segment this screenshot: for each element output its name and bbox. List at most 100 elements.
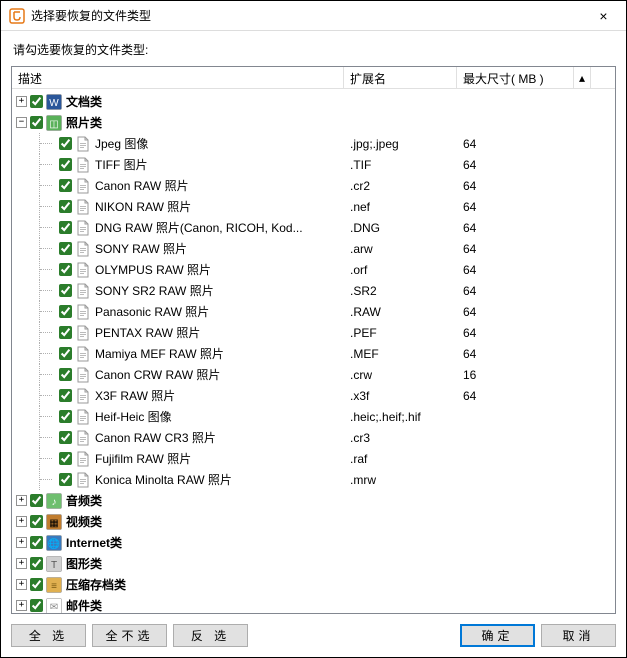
file-type-row[interactable]: PENTAX RAW 照片.PEF64 — [12, 322, 615, 343]
file-type-row[interactable]: X3F RAW 照片.x3f64 — [12, 385, 615, 406]
close-button[interactable]: × — [581, 1, 626, 30]
expander-icon[interactable]: + — [16, 516, 27, 527]
category-checkbox[interactable] — [30, 95, 43, 108]
tree-scroll[interactable]: +W文档类−◫照片类Jpeg 图像.jpg;.jpeg64TIFF 图片.TIF… — [12, 89, 615, 613]
category-checkbox[interactable] — [30, 578, 43, 591]
expander-icon[interactable]: + — [16, 579, 27, 590]
col-header-size[interactable]: 最大尺寸( MB ) — [457, 67, 574, 88]
file-type-checkbox[interactable] — [59, 158, 72, 171]
col-header-ext[interactable]: 扩展名 — [344, 67, 457, 88]
file-type-checkbox[interactable] — [59, 431, 72, 444]
svg-text:T: T — [51, 560, 57, 571]
file-type-checkbox[interactable] — [59, 326, 72, 339]
file-type-label: Canon RAW CR3 照片 — [95, 429, 216, 446]
cancel-button[interactable]: 取消 — [541, 624, 616, 647]
file-type-checkbox[interactable] — [59, 305, 72, 318]
file-type-label: SONY SR2 RAW 照片 — [95, 282, 214, 299]
app-icon — [9, 8, 25, 24]
category-checkbox[interactable] — [30, 494, 43, 507]
ok-button[interactable]: 确定 — [460, 624, 535, 647]
expander-icon[interactable]: + — [16, 537, 27, 548]
file-type-checkbox[interactable] — [59, 410, 72, 423]
file-icon — [75, 157, 91, 173]
file-type-row[interactable]: Heif-Heic 图像.heic;.heif;.hif — [12, 406, 615, 427]
file-type-row[interactable]: Canon CRW RAW 照片.crw16 — [12, 364, 615, 385]
category-checkbox[interactable] — [30, 557, 43, 570]
file-type-row[interactable]: SONY SR2 RAW 照片.SR264 — [12, 280, 615, 301]
file-type-row[interactable]: Jpeg 图像.jpg;.jpeg64 — [12, 133, 615, 154]
file-type-row[interactable]: DNG RAW 照片(Canon, RICOH, Kod....DNG64 — [12, 217, 615, 238]
file-type-checkbox[interactable] — [59, 263, 72, 276]
category-row[interactable]: + ♪音频类 — [12, 490, 615, 511]
select-all-button[interactable]: 全 选 — [11, 624, 86, 647]
file-type-checkbox[interactable] — [59, 473, 72, 486]
file-type-size: 16 — [457, 368, 574, 382]
select-none-button[interactable]: 全不选 — [92, 624, 167, 647]
file-type-size: 64 — [457, 200, 574, 214]
svg-text:◫: ◫ — [49, 119, 58, 130]
category-row[interactable]: −◫照片类 — [12, 112, 615, 133]
category-label: 音频类 — [66, 492, 102, 509]
internet-icon: 🌐 — [46, 535, 62, 551]
file-type-checkbox[interactable] — [59, 179, 72, 192]
file-type-row[interactable]: Fujifilm RAW 照片.raf — [12, 448, 615, 469]
col-header-desc[interactable]: 描述 — [12, 67, 344, 88]
file-type-size: 64 — [457, 242, 574, 256]
audio-icon: ♪ — [46, 493, 62, 509]
category-row[interactable]: +🌐Internet类 — [12, 532, 615, 553]
category-row[interactable]: +▦视频类 — [12, 511, 615, 532]
file-type-checkbox[interactable] — [59, 242, 72, 255]
file-type-checkbox[interactable] — [59, 221, 72, 234]
file-type-size: 64 — [457, 326, 574, 340]
category-checkbox[interactable] — [30, 599, 43, 612]
file-type-row[interactable]: TIFF 图片.TIF64 — [12, 154, 615, 175]
file-type-label: DNG RAW 照片(Canon, RICOH, Kod... — [95, 219, 303, 236]
file-type-row[interactable]: Mamiya MEF RAW 照片.MEF64 — [12, 343, 615, 364]
category-checkbox[interactable] — [30, 536, 43, 549]
file-type-label: TIFF 图片 — [95, 156, 148, 173]
file-type-ext: .mrw — [344, 473, 457, 487]
file-type-ext: .nef — [344, 200, 457, 214]
expander-icon[interactable]: + — [16, 96, 27, 107]
category-row[interactable]: +W文档类 — [12, 91, 615, 112]
file-type-ext: .DNG — [344, 221, 457, 235]
file-type-checkbox[interactable] — [59, 284, 72, 297]
file-type-row[interactable]: Canon RAW CR3 照片.cr3 — [12, 427, 615, 448]
svg-text:≡: ≡ — [51, 581, 57, 592]
category-row[interactable]: +✉邮件类 — [12, 595, 615, 613]
invert-button[interactable]: 反 选 — [173, 624, 248, 647]
expander-icon[interactable]: + — [16, 495, 27, 506]
file-type-row[interactable]: Panasonic RAW 照片.RAW64 — [12, 301, 615, 322]
file-type-row[interactable]: Konica Minolta RAW 照片.mrw — [12, 469, 615, 490]
file-icon — [75, 472, 91, 488]
file-icon — [75, 241, 91, 257]
svg-text:W: W — [49, 98, 59, 109]
category-label: 压缩存档类 — [66, 576, 126, 593]
file-type-ext: .x3f — [344, 389, 457, 403]
file-type-row[interactable]: NIKON RAW 照片 .nef64 — [12, 196, 615, 217]
file-icon — [75, 262, 91, 278]
file-type-checkbox[interactable] — [59, 368, 72, 381]
expander-icon[interactable]: + — [16, 600, 27, 611]
file-type-checkbox[interactable] — [59, 389, 72, 402]
file-type-checkbox[interactable] — [59, 347, 72, 360]
file-type-row[interactable]: OLYMPUS RAW 照片.orf64 — [12, 259, 615, 280]
expander-icon[interactable]: − — [16, 117, 27, 128]
scroll-up-icon[interactable]: ▴ — [574, 67, 591, 88]
file-type-checkbox[interactable] — [59, 137, 72, 150]
category-row[interactable]: +T图形类 — [12, 553, 615, 574]
category-checkbox[interactable] — [30, 116, 43, 129]
file-type-label: Jpeg 图像 — [95, 135, 148, 152]
file-type-checkbox[interactable] — [59, 200, 72, 213]
category-checkbox[interactable] — [30, 515, 43, 528]
file-type-label: NIKON RAW 照片 — [95, 198, 191, 215]
expander-icon[interactable]: + — [16, 558, 27, 569]
category-row[interactable]: + ≡ 压缩存档类 — [12, 574, 615, 595]
file-icon — [75, 178, 91, 194]
file-icon — [75, 430, 91, 446]
file-type-checkbox[interactable] — [59, 452, 72, 465]
file-type-row[interactable]: Canon RAW 照片.cr264 — [12, 175, 615, 196]
tree-panel: 描述 扩展名 最大尺寸( MB ) ▴ +W文档类−◫照片类Jpeg 图像.jp… — [11, 66, 616, 614]
file-type-row[interactable]: SONY RAW 照片.arw64 — [12, 238, 615, 259]
category-label: 视频类 — [66, 513, 102, 530]
